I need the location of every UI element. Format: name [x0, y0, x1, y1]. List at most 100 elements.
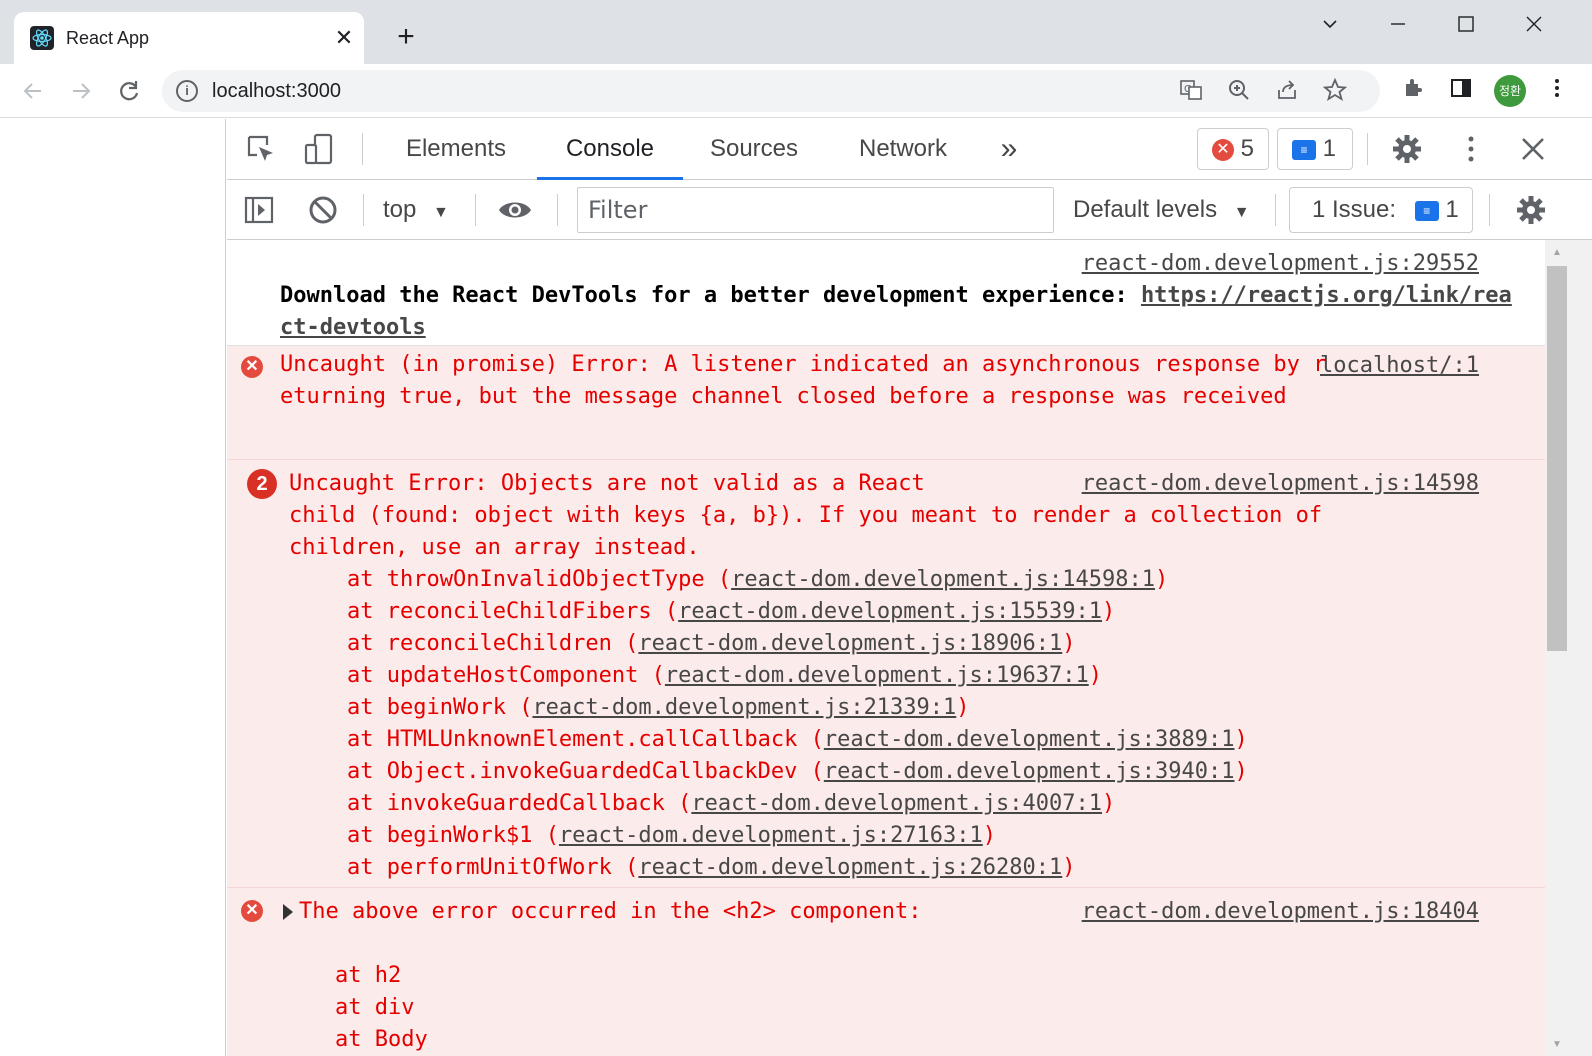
stack-frame: at Object.invokeGuardedCallbackDev (reac…: [347, 759, 1248, 784]
tab-title: React App: [66, 28, 150, 48]
browser-tab[interactable]: React App ✕: [14, 12, 364, 64]
separator: [1367, 133, 1368, 165]
more-options-icon[interactable]: [1451, 129, 1491, 169]
window-close-button[interactable]: [1516, 10, 1552, 38]
console-settings-gear-icon[interactable]: [1511, 190, 1551, 230]
back-button[interactable]: [16, 74, 50, 108]
source-link[interactable]: localhost/:1: [1320, 350, 1479, 382]
console-filter-input[interactable]: [577, 187, 1054, 233]
separator: [557, 194, 558, 226]
issues-label: 1 Issue:: [1312, 196, 1397, 223]
log-levels-dropdown[interactable]: Default levels ▼: [1073, 192, 1250, 228]
stack-location-link[interactable]: react-dom.development.js:4007:1: [691, 791, 1102, 816]
separator: [363, 194, 364, 226]
context-value: top: [383, 196, 417, 223]
component-stack-line: at Body: [335, 1027, 428, 1052]
profile-avatar[interactable]: 정환: [1494, 75, 1526, 107]
stack-frame: at updateHostComponent (react-dom.develo…: [347, 663, 1102, 688]
device-toolbar-icon[interactable]: [299, 129, 339, 169]
tab-elements[interactable]: Elements: [385, 119, 527, 180]
scroll-up-arrow-icon[interactable]: ▲: [1545, 244, 1569, 262]
forward-button[interactable]: [64, 74, 98, 108]
error-count-badge[interactable]: ✕ 5: [1197, 128, 1269, 170]
new-tab-button[interactable]: +: [390, 22, 422, 54]
tab-sources[interactable]: Sources: [693, 119, 815, 180]
minimize-button[interactable]: [1380, 10, 1416, 38]
bookmark-star-icon[interactable]: [1322, 77, 1348, 104]
stack-location-link[interactable]: react-dom.development.js:18906:1: [638, 631, 1062, 656]
stack-location-link[interactable]: react-dom.development.js:15539:1: [678, 599, 1102, 624]
error-text-line: child (found: object with keys {a, b}). …: [289, 503, 1323, 560]
stack-function: at throwOnInvalidObjectType: [347, 567, 718, 592]
stack-function: at Object.invokeGuardedCallbackDev: [347, 759, 811, 784]
stack-function: at invokeGuardedCallback: [347, 791, 679, 816]
share-icon[interactable]: [1274, 78, 1300, 104]
site-info-icon[interactable]: i: [176, 80, 198, 102]
scroll-down-arrow-icon[interactable]: ▼: [1545, 1036, 1569, 1054]
side-panel-icon[interactable]: [1446, 76, 1476, 106]
stack-function: at beginWork: [347, 695, 520, 720]
stack-location-link[interactable]: react-dom.development.js:26280:1: [638, 855, 1062, 880]
tab-strip: React App ✕ +: [0, 0, 1592, 64]
stack-frame: at throwOnInvalidObjectType (react-dom.d…: [347, 567, 1169, 592]
console-error-entry: ✕ react-dom.development.js:18404 The abo…: [227, 888, 1547, 1056]
separator: [1275, 194, 1276, 226]
stack-location-link[interactable]: react-dom.development.js:14598:1: [731, 567, 1155, 592]
gear-icon[interactable]: [1387, 129, 1427, 169]
stack-trace: at throwOnInvalidObjectType (react-dom.d…: [289, 564, 1479, 884]
translate-icon[interactable]: G: [1178, 78, 1204, 104]
separator: [362, 133, 363, 165]
error-count: 5: [1240, 135, 1255, 162]
chrome-menu-icon[interactable]: [1542, 76, 1572, 106]
zoom-icon[interactable]: [1226, 78, 1252, 104]
stack-frame: at invokeGuardedCallback (react-dom.deve…: [347, 791, 1116, 816]
stack-function: at updateHostComponent: [347, 663, 652, 688]
console-error-entry: 2 react-dom.development.js:14598 Uncaugh…: [227, 460, 1547, 888]
issues-count: 1: [1445, 196, 1459, 223]
reload-button[interactable]: [112, 74, 146, 108]
stack-location-link[interactable]: react-dom.development.js:3940:1: [824, 759, 1235, 784]
dropdown-arrow-icon: ▼: [433, 204, 449, 221]
stack-location-link[interactable]: react-dom.development.js:21339:1: [532, 695, 956, 720]
inspect-element-icon[interactable]: [241, 129, 281, 169]
source-link[interactable]: react-dom.development.js:29552: [1082, 248, 1479, 280]
devtools-close-icon[interactable]: [1513, 129, 1553, 169]
address-bar[interactable]: i localhost:3000 G: [162, 70, 1380, 112]
clear-console-icon[interactable]: [303, 190, 343, 230]
console-sidebar-icon[interactable]: [239, 190, 279, 230]
tab-search-icon[interactable]: [1312, 10, 1348, 38]
maximize-button[interactable]: [1448, 10, 1484, 38]
error-message-text: Uncaught Error: Objects are not valid as…: [289, 468, 1479, 564]
stack-function: at HTMLUnknownElement.callCallback: [347, 727, 811, 752]
error-text-line: Uncaught Error: Objects are not valid as…: [289, 471, 925, 496]
console-error-entry: ✕ localhost/:1 Uncaught (in promise) Err…: [227, 346, 1547, 460]
message-count: 1: [1322, 135, 1337, 162]
expand-triangle-icon[interactable]: [283, 904, 293, 920]
stack-frame: at reconcileChildren (react-dom.developm…: [347, 631, 1076, 656]
error-icon: ✕: [241, 356, 263, 378]
url-text[interactable]: localhost:3000: [212, 78, 341, 104]
stack-location-link[interactable]: react-dom.development.js:19637:1: [665, 663, 1089, 688]
component-stack: at h2 at div at Body: [335, 960, 428, 1056]
stack-location-link[interactable]: react-dom.development.js:3889:1: [824, 727, 1235, 752]
stack-function: at reconcileChildFibers: [347, 599, 665, 624]
issues-button[interactable]: 1 Issue: ≡ 1: [1289, 187, 1473, 233]
tab-network[interactable]: Network: [837, 119, 969, 180]
extensions-icon[interactable]: [1398, 76, 1428, 106]
context-select[interactable]: top ▼: [383, 192, 449, 228]
error-icon: ✕: [1212, 139, 1234, 161]
stack-frame: at beginWork$1 (react-dom.development.js…: [347, 823, 997, 848]
repeat-count-badge: 2: [247, 469, 277, 499]
message-count-badge[interactable]: ≡ 1: [1277, 128, 1353, 170]
stack-frame: at reconcileChildFibers (react-dom.devel…: [347, 599, 1116, 624]
more-tabs-icon[interactable]: »: [989, 119, 1029, 180]
console-scrollbar[interactable]: ▲ ▼: [1545, 240, 1592, 1056]
tab-console[interactable]: Console: [537, 119, 683, 180]
live-expression-icon[interactable]: [495, 190, 535, 230]
stack-frame: at beginWork (react-dom.development.js:2…: [347, 695, 970, 720]
scroll-thumb[interactable]: [1547, 266, 1567, 651]
console-info-entry: react-dom.development.js:29552 Download …: [227, 240, 1547, 346]
browser-toolbar: i localhost:3000 G 정환: [0, 64, 1592, 118]
tab-close-icon[interactable]: ✕: [330, 24, 358, 52]
stack-location-link[interactable]: react-dom.development.js:27163:1: [559, 823, 983, 848]
